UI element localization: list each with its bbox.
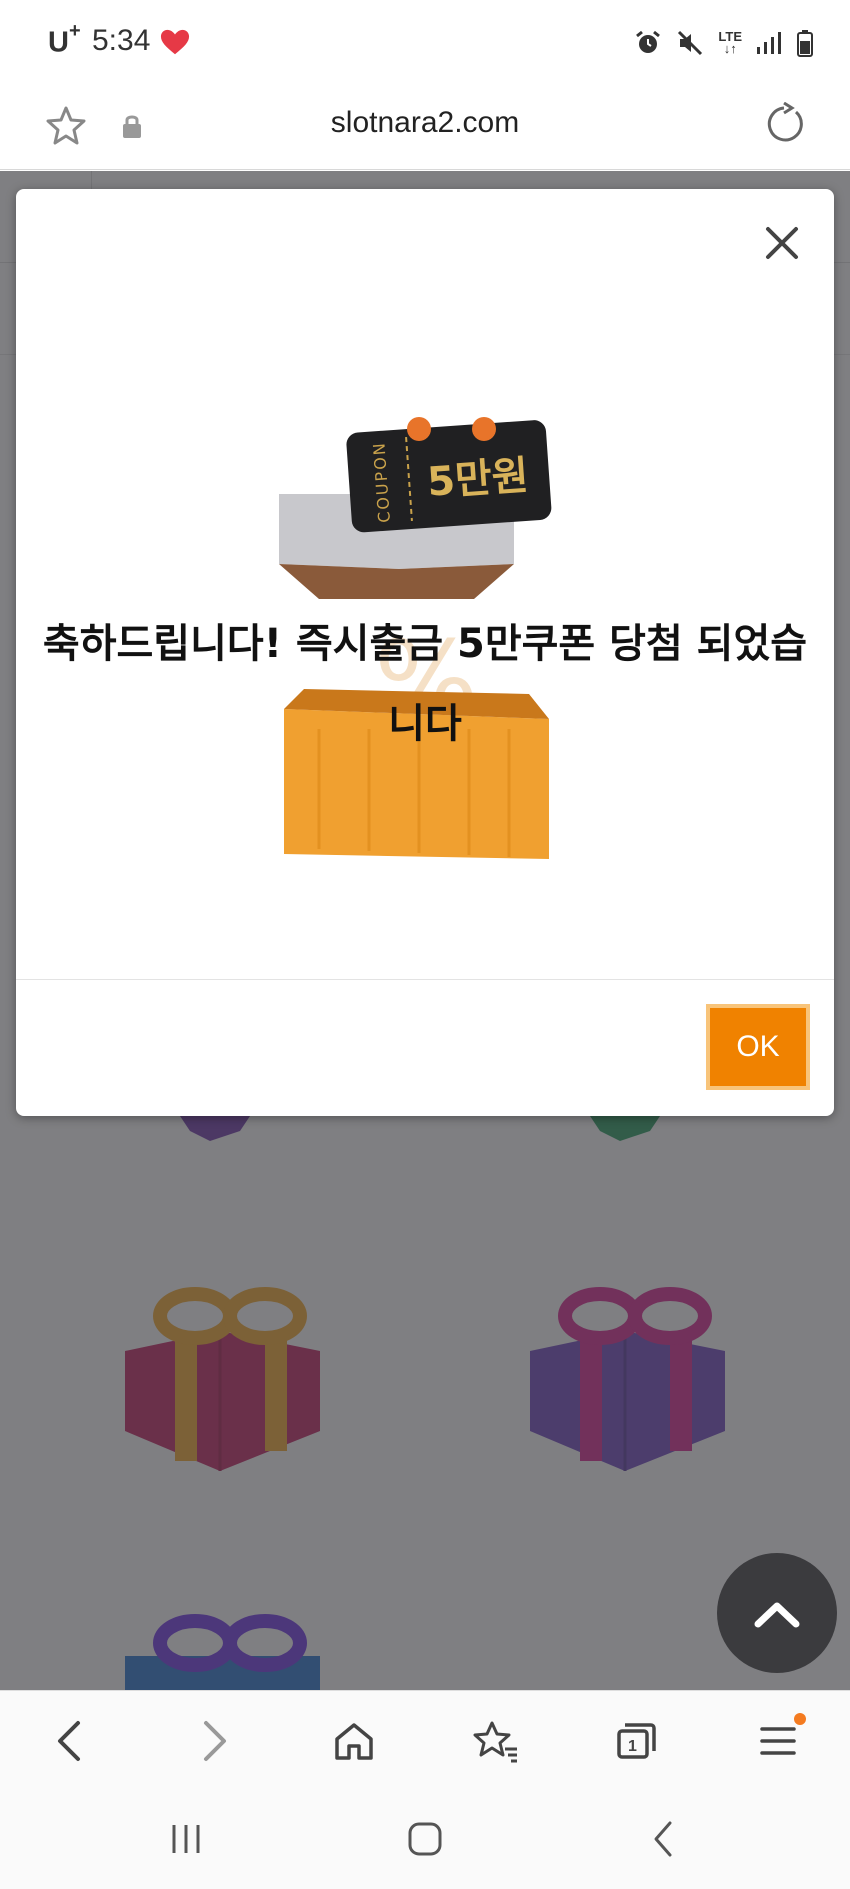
tabs-button[interactable]: 1 — [604, 1709, 668, 1773]
back-button[interactable] — [38, 1709, 102, 1773]
tab-count: 1 — [628, 1738, 637, 1755]
system-back-icon — [654, 1821, 672, 1857]
system-nav-bar — [0, 1789, 850, 1889]
scroll-top-button[interactable] — [717, 1553, 837, 1673]
clock: 5:34 — [92, 24, 151, 57]
back-icon — [58, 1721, 80, 1761]
recents-button[interactable] — [146, 1811, 226, 1867]
lte-icon: LTE ↓↑ — [718, 29, 742, 56]
home-button[interactable] — [322, 1709, 386, 1773]
bookmarks-icon — [473, 1721, 517, 1763]
url-bar: slotnara2.com — [0, 86, 850, 170]
browser-toolbar: 1 — [0, 1690, 850, 1789]
chevron-up-icon — [754, 1602, 800, 1628]
ok-button[interactable]: OK — [706, 1004, 810, 1090]
home-icon — [335, 1723, 373, 1760]
forward-button[interactable] — [182, 1709, 246, 1773]
menu-button[interactable] — [746, 1709, 810, 1773]
recents-icon — [172, 1825, 200, 1853]
home-circle-icon — [408, 1822, 442, 1856]
close-icon[interactable] — [760, 221, 804, 265]
home-nav-button[interactable] — [385, 1811, 465, 1867]
battery-icon — [797, 30, 813, 57]
forward-icon — [204, 1721, 226, 1761]
modal-message: 축하드립니다! 즉시출금 5만쿠폰 당첨 되었습니다 — [42, 621, 808, 747]
heart-icon — [160, 29, 190, 55]
alarm-icon — [636, 30, 661, 53]
carrier-label: U+ — [48, 20, 81, 59]
modal-divider — [16, 979, 834, 980]
url-text[interactable]: slotnara2.com — [0, 106, 850, 140]
signal-icon — [757, 32, 781, 54]
status-bar: U+ 5:34 LTE ↓↑ — [0, 0, 850, 86]
coupon-value: 5만원 — [426, 453, 530, 506]
reload-icon[interactable] — [762, 102, 806, 146]
menu-icon — [760, 1727, 796, 1755]
notification-dot — [794, 1713, 806, 1725]
mute-icon — [678, 30, 703, 56]
bookmarks-button[interactable] — [464, 1709, 528, 1773]
system-back-button[interactable] — [624, 1811, 704, 1867]
coupon-modal: COUPON 5만원 % 축하드립니다! 즉시출금 5만쿠폰 당첨 되었습니다 … — [16, 189, 834, 1116]
tabs-icon: 1 — [617, 1723, 656, 1759]
